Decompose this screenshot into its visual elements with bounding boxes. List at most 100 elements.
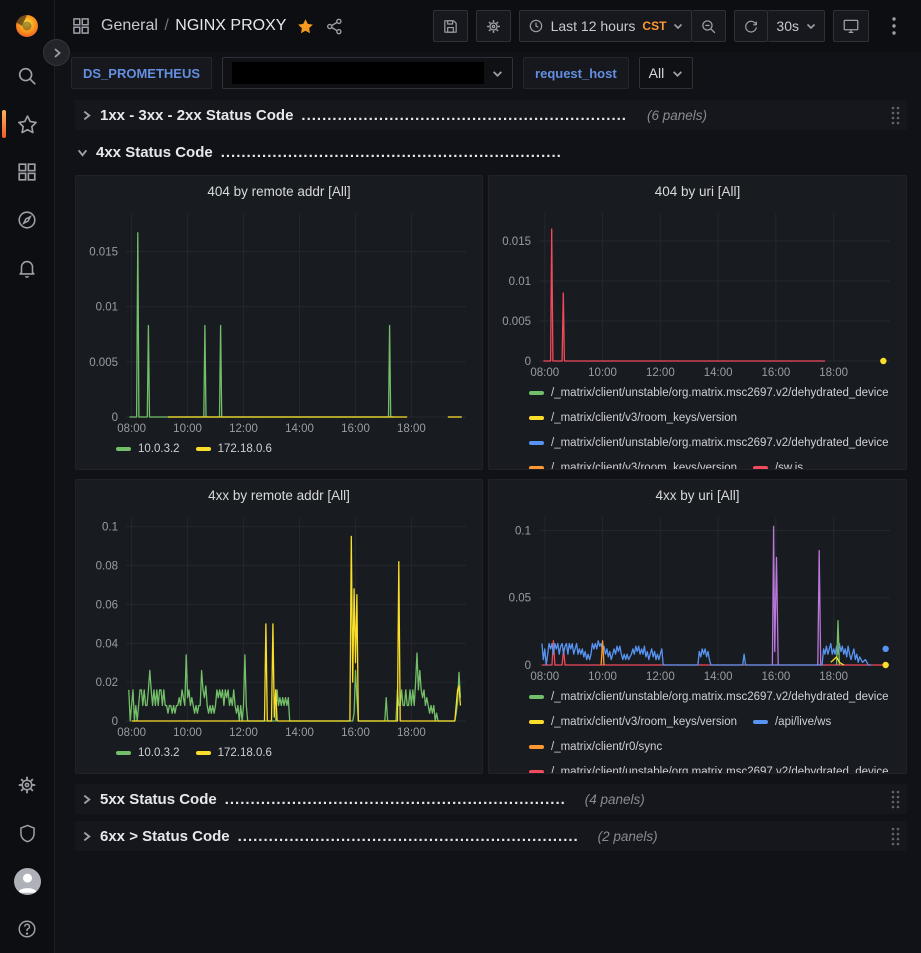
chart-area[interactable]: 08:0010:0012:0014:0016:0018:0000.020.040… bbox=[82, 510, 476, 741]
row-drag-handle[interactable] bbox=[890, 105, 901, 125]
panel-title[interactable]: 4xx by remote addr [All] bbox=[82, 484, 476, 510]
svg-text:08:00: 08:00 bbox=[117, 727, 146, 739]
svg-text:16:00: 16:00 bbox=[341, 727, 370, 739]
row-6xx[interactable]: 6xx > Status Code ......................… bbox=[75, 821, 907, 851]
row-panel-count: (6 panels) bbox=[647, 108, 707, 123]
legend-swatch bbox=[116, 447, 131, 451]
timeseries-chart[interactable]: 08:0010:0012:0014:0016:0018:0000.020.040… bbox=[82, 510, 476, 741]
row-1xx-3xx-2xx[interactable]: 1xx - 3xx - 2xx Status Code ............… bbox=[75, 100, 907, 130]
legend-label: /_matrix/client/v3/room_keys/version bbox=[551, 462, 737, 469]
save-dashboard-button[interactable] bbox=[433, 10, 468, 42]
cycle-view-mode-button[interactable] bbox=[833, 10, 869, 42]
legend-swatch bbox=[196, 751, 211, 755]
kebab-menu-icon bbox=[892, 17, 896, 35]
svg-text:10:00: 10:00 bbox=[173, 423, 202, 435]
legend-item[interactable]: 10.0.3.2 bbox=[116, 440, 180, 458]
sidebar-item-configuration[interactable] bbox=[0, 761, 54, 809]
row-title: 6xx > Status Code bbox=[100, 828, 230, 845]
monitor-icon bbox=[842, 17, 860, 35]
legend-item[interactable]: 172.18.0.6 bbox=[196, 744, 272, 762]
row-drag-handle[interactable] bbox=[890, 789, 901, 809]
sidebar-item-dashboards[interactable] bbox=[0, 148, 54, 196]
magnifier-minus-icon bbox=[700, 18, 717, 35]
sidebar-item-help[interactable] bbox=[0, 905, 54, 953]
panel-legend: 10.0.3.2 172.18.0.6 bbox=[82, 741, 476, 773]
legend-swatch bbox=[529, 416, 544, 420]
favorite-star-icon[interactable] bbox=[296, 17, 315, 36]
refresh-interval-dropdown[interactable]: 30s bbox=[768, 10, 825, 42]
legend-label: 172.18.0.6 bbox=[218, 747, 272, 759]
panel-title[interactable]: 404 by remote addr [All] bbox=[82, 180, 476, 206]
time-range-picker[interactable]: Last 12 hours CST bbox=[519, 10, 693, 42]
svg-text:18:00: 18:00 bbox=[819, 671, 848, 683]
chart-area[interactable]: 08:0010:0012:0014:0016:0018:0000.0050.01… bbox=[82, 206, 476, 437]
grafana-app: General / NGINX PROXY bbox=[0, 0, 921, 953]
svg-text:12:00: 12:00 bbox=[646, 671, 675, 683]
legend-swatch bbox=[753, 466, 768, 469]
refresh-icon bbox=[743, 18, 759, 34]
shield-icon bbox=[17, 823, 38, 844]
dashboards-grid-icon bbox=[16, 161, 38, 183]
timeseries-chart[interactable]: 08:0010:0012:0014:0016:0018:0000.0050.01… bbox=[495, 206, 900, 381]
row-5xx[interactable]: 5xx Status Code ........................… bbox=[75, 784, 907, 814]
svg-text:0.08: 0.08 bbox=[96, 561, 118, 573]
legend-item[interactable]: 172.18.0.6 bbox=[196, 440, 272, 458]
chevron-down-icon bbox=[806, 21, 816, 31]
svg-text:0.015: 0.015 bbox=[502, 236, 531, 248]
legend-swatch bbox=[529, 695, 544, 699]
breadcrumb-dashboard-title[interactable]: NGINX PROXY bbox=[175, 17, 286, 34]
time-range-label: Last 12 hours bbox=[551, 18, 636, 34]
chart-area[interactable]: 08:0010:0012:0014:0016:0018:0000.050.1 bbox=[495, 510, 900, 685]
timeseries-chart[interactable]: 08:0010:0012:0014:0016:0018:0000.0050.01… bbox=[82, 206, 476, 437]
legend-label: /api/live/ws bbox=[775, 716, 831, 728]
svg-text:14:00: 14:00 bbox=[704, 671, 733, 683]
refresh-button[interactable] bbox=[734, 10, 768, 42]
legend-item[interactable]: /api/live/ws bbox=[753, 713, 831, 731]
chart-area[interactable]: 08:0010:0012:0014:0016:0018:0000.0050.01… bbox=[495, 206, 900, 381]
row-drag-handle[interactable] bbox=[890, 826, 901, 846]
zoom-out-time-button[interactable] bbox=[692, 10, 726, 42]
legend-swatch bbox=[529, 441, 544, 445]
svg-text:16:00: 16:00 bbox=[341, 423, 370, 435]
legend-item[interactable]: /_matrix/client/v3/room_keys/version bbox=[529, 409, 737, 427]
row-4xx[interactable]: 4xx Status Code ........................… bbox=[75, 137, 907, 167]
legend-swatch bbox=[529, 466, 544, 469]
legend-item[interactable]: /_matrix/client/unstable/org.matrix.msc2… bbox=[529, 434, 889, 452]
variable-dropdown-ds-prometheus[interactable] bbox=[222, 57, 513, 89]
legend-item[interactable]: /_matrix/client/unstable/org.matrix.msc2… bbox=[529, 384, 889, 402]
topbar: General / NGINX PROXY bbox=[55, 0, 921, 52]
legend-item[interactable]: 10.0.3.2 bbox=[116, 744, 180, 762]
row-title: 5xx Status Code bbox=[100, 791, 217, 808]
breadcrumb-folder[interactable]: General bbox=[101, 17, 158, 34]
row-panel-count: (2 panels) bbox=[598, 829, 658, 844]
legend-item[interactable]: /_matrix/client/r0/sync bbox=[529, 738, 662, 756]
sidebar-item-favorites[interactable] bbox=[0, 100, 54, 148]
chevron-down-icon bbox=[77, 147, 88, 158]
legend-item[interactable]: /_matrix/client/v3/room_keys/version bbox=[529, 713, 737, 731]
svg-text:12:00: 12:00 bbox=[229, 727, 258, 739]
share-icon[interactable] bbox=[325, 17, 344, 36]
sidebar-item-profile[interactable] bbox=[0, 857, 54, 905]
variable-dropdown-request-host[interactable]: All bbox=[639, 57, 694, 89]
dashboard-settings-button[interactable] bbox=[476, 10, 511, 42]
chevron-right-icon bbox=[81, 794, 92, 805]
redacted-value bbox=[232, 62, 484, 84]
panel-title[interactable]: 4xx by uri [All] bbox=[495, 484, 900, 510]
legend-item[interactable]: /_matrix/client/unstable/org.matrix.msc2… bbox=[529, 763, 889, 773]
panel-title[interactable]: 404 by uri [All] bbox=[495, 180, 900, 206]
variables-bar: DS_PROMETHEUS request_host All bbox=[55, 52, 921, 92]
chevron-down-icon bbox=[673, 21, 683, 31]
sidebar-item-explore[interactable] bbox=[0, 196, 54, 244]
sidebar-expand-button[interactable] bbox=[43, 39, 70, 66]
sidebar-item-server-admin[interactable] bbox=[0, 809, 54, 857]
panel-404-by-uri: 404 by uri [All] 08:0010:0012:0014:0016:… bbox=[488, 175, 907, 470]
legend-item[interactable]: /sw.js bbox=[753, 459, 803, 469]
sidebar-item-alerting[interactable] bbox=[0, 244, 54, 292]
more-options-button[interactable] bbox=[877, 10, 911, 42]
legend-swatch bbox=[529, 770, 544, 773]
row-title-leader: ........................................… bbox=[301, 107, 627, 124]
legend-item[interactable]: /_matrix/client/unstable/org.matrix.msc2… bbox=[529, 688, 889, 706]
row-title-leader: ........................................… bbox=[221, 144, 561, 161]
legend-item[interactable]: /_matrix/client/v3/room_keys/version bbox=[529, 459, 737, 469]
timeseries-chart[interactable]: 08:0010:0012:0014:0016:0018:0000.050.1 bbox=[495, 510, 900, 685]
